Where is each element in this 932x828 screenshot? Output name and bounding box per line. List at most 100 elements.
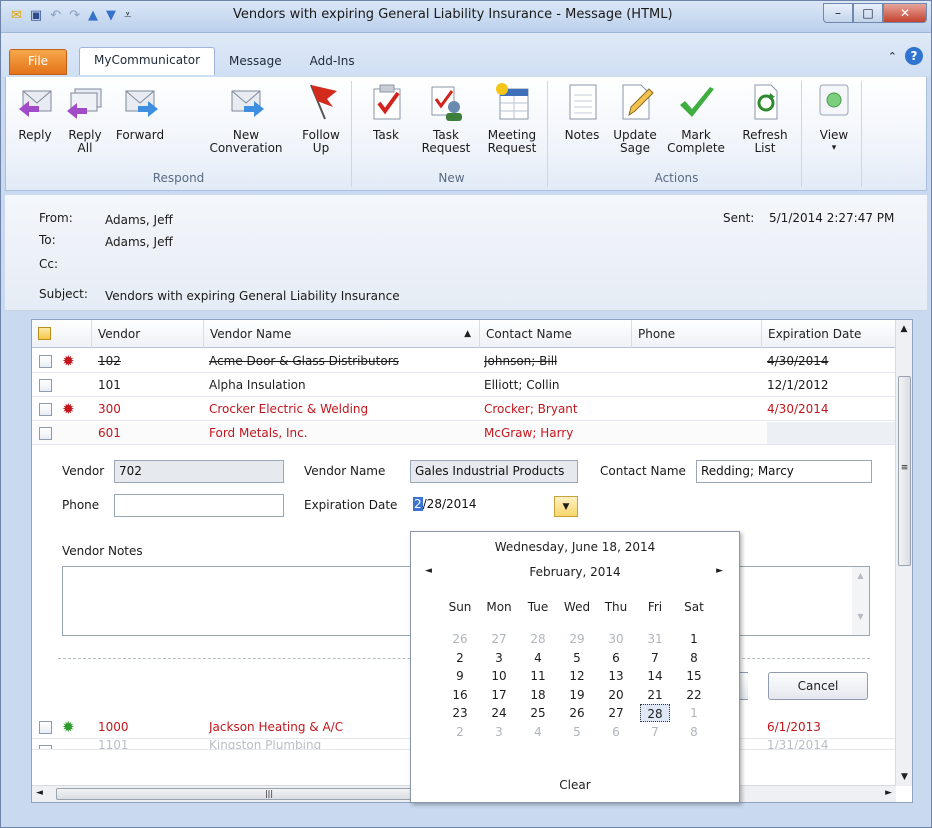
calendar-day[interactable]: 8 (679, 649, 709, 667)
calendar-day[interactable]: 10 (484, 667, 514, 685)
calendar-day[interactable]: 21 (640, 686, 670, 704)
down-arrow-icon[interactable]: ▼ (106, 7, 116, 25)
calendar-day[interactable]: 17 (484, 686, 514, 704)
row-checkbox[interactable] (39, 403, 52, 416)
calendar-day[interactable]: 2 (445, 723, 475, 741)
calendar-day[interactable]: 12 (562, 667, 592, 685)
calendar-day[interactable]: 4 (523, 723, 553, 741)
vertical-scroll-thumb[interactable]: ≡ (898, 376, 911, 566)
calendar-day[interactable]: 26 (445, 630, 475, 648)
calendar-day[interactable]: 6 (601, 649, 631, 667)
calendar-day[interactable]: 26 (562, 704, 592, 722)
calendar-day[interactable]: 29 (562, 630, 592, 648)
calendar-day[interactable]: 5 (562, 723, 592, 741)
table-row[interactable]: ✹ 300 Crocker Electric & Welding Crocker… (32, 398, 896, 421)
next-month-icon[interactable]: ► (716, 566, 723, 576)
contact-name-field[interactable]: Redding; Marcy (696, 460, 872, 483)
calendar-day[interactable]: 11 (523, 667, 553, 685)
expiration-date-field[interactable]: 2/28/2014 (410, 494, 578, 517)
mark-complete-button[interactable]: Mark Complete (666, 81, 726, 155)
customize-toolbar-icon[interactable]: ⩡ (124, 7, 131, 25)
calendar-day[interactable]: 25 (523, 704, 553, 722)
task-request-button[interactable]: Task Request (418, 81, 474, 155)
calendar-day[interactable]: 24 (484, 704, 514, 722)
collapse-ribbon-icon[interactable]: ⌃ (888, 50, 897, 63)
scroll-left-icon[interactable]: ◄ (36, 788, 43, 798)
column-vendor-name[interactable]: Vendor Name ▲ (204, 320, 480, 348)
notes-button[interactable]: Notes (560, 81, 604, 142)
save-icon[interactable]: ▣ (30, 7, 42, 25)
calendar-day[interactable]: 13 (601, 667, 631, 685)
calendar-day[interactable]: 27 (601, 704, 631, 722)
vertical-scrollbar[interactable]: ▲ ≡ ▼ (895, 320, 912, 786)
calendar-day[interactable]: 28 (523, 630, 553, 648)
up-arrow-icon[interactable]: ▲ (88, 7, 98, 25)
refresh-list-button[interactable]: Refresh List (738, 81, 792, 155)
tab-message[interactable]: Message (215, 49, 296, 75)
row-checkbox[interactable] (39, 427, 52, 440)
row-checkbox[interactable] (39, 379, 52, 392)
calendar-day[interactable]: 22 (679, 686, 709, 704)
calendar-day[interactable]: 8 (679, 723, 709, 741)
calendar-today[interactable]: Wednesday, June 18, 2014 (411, 540, 739, 554)
meeting-request-button[interactable]: Meeting Request (482, 81, 542, 155)
calendar-day[interactable]: 31 (640, 630, 670, 648)
calendar-day[interactable]: 9 (445, 667, 475, 685)
new-conversation-button[interactable]: New Converation (200, 81, 292, 155)
calendar-day[interactable]: 20 (601, 686, 631, 704)
calendar-day[interactable]: 2 (445, 649, 475, 667)
calendar-day[interactable]: 14 (640, 667, 670, 685)
calendar-day[interactable]: 19 (562, 686, 592, 704)
calendar-day[interactable]: 1 (679, 704, 709, 722)
scroll-up-icon[interactable]: ▲ (896, 324, 912, 334)
to-value[interactable]: Adams, Jeff (105, 235, 173, 249)
calendar-day[interactable]: 7 (640, 723, 670, 741)
calendar-day-selected[interactable]: 28 (640, 704, 670, 722)
column-contact-name[interactable]: Contact Name (480, 320, 632, 348)
tab-mycommunicator[interactable]: MyCommunicator (79, 47, 216, 75)
tab-add-ins[interactable]: Add-Ins (296, 49, 369, 75)
task-button[interactable]: Task (366, 81, 406, 142)
update-sage-button[interactable]: Update Sage (610, 81, 660, 155)
calendar-month[interactable]: February, 2014 (411, 565, 739, 579)
vendor-name-field[interactable]: Gales Industrial Products (410, 460, 578, 483)
calendar-day[interactable]: 1 (679, 630, 709, 648)
follow-up-button[interactable]: Follow Up (296, 81, 346, 155)
help-icon[interactable]: ? (905, 47, 923, 65)
tab-file[interactable]: File (9, 49, 67, 75)
close-button[interactable]: ✕ (883, 3, 927, 23)
redo-icon[interactable]: ↷ (69, 7, 80, 25)
calendar-day[interactable]: 3 (484, 649, 514, 667)
maximize-button[interactable]: □ (853, 3, 883, 23)
calendar-day[interactable]: 18 (523, 686, 553, 704)
calendar-day[interactable]: 16 (445, 686, 475, 704)
cancel-button[interactable]: Cancel (768, 672, 868, 700)
select-all-column[interactable] (32, 320, 92, 348)
column-expiration-date[interactable]: Expiration Date (762, 320, 896, 348)
reply-button[interactable]: Reply (12, 81, 58, 142)
phone-field[interactable] (114, 494, 284, 517)
table-row[interactable]: 101 Alpha Insulation Elliott; Collin 12/… (32, 374, 896, 397)
calendar-day[interactable]: 15 (679, 667, 709, 685)
row-checkbox[interactable] (39, 721, 52, 734)
calendar-day[interactable]: 3 (484, 723, 514, 741)
notes-scrollbar[interactable]: ▲ ▼ (852, 567, 869, 635)
table-row[interactable]: ✹ 102 Acme Door & Glass Distributors Joh… (32, 350, 896, 373)
select-all-checkbox[interactable] (38, 327, 51, 340)
calendar-day[interactable]: 27 (484, 630, 514, 648)
reply-all-button[interactable]: Reply All (62, 81, 108, 155)
from-value[interactable]: Adams, Jeff (105, 213, 173, 227)
calendar-day[interactable]: 30 (601, 630, 631, 648)
minimize-button[interactable]: – (823, 3, 853, 23)
calendar-day[interactable]: 7 (640, 649, 670, 667)
undo-icon[interactable]: ↶ (50, 7, 61, 25)
row-checkbox[interactable] (39, 355, 52, 368)
date-dropdown-button[interactable]: ▼ (554, 496, 578, 517)
scroll-down-icon[interactable]: ▼ (896, 772, 913, 782)
scroll-right-icon[interactable]: ► (885, 788, 892, 798)
row-checkbox[interactable] (39, 745, 52, 749)
calendar-day[interactable]: 6 (601, 723, 631, 741)
view-button[interactable]: View ▾ (812, 81, 856, 155)
forward-button[interactable]: Forward (112, 81, 168, 142)
column-phone[interactable]: Phone (632, 320, 762, 348)
